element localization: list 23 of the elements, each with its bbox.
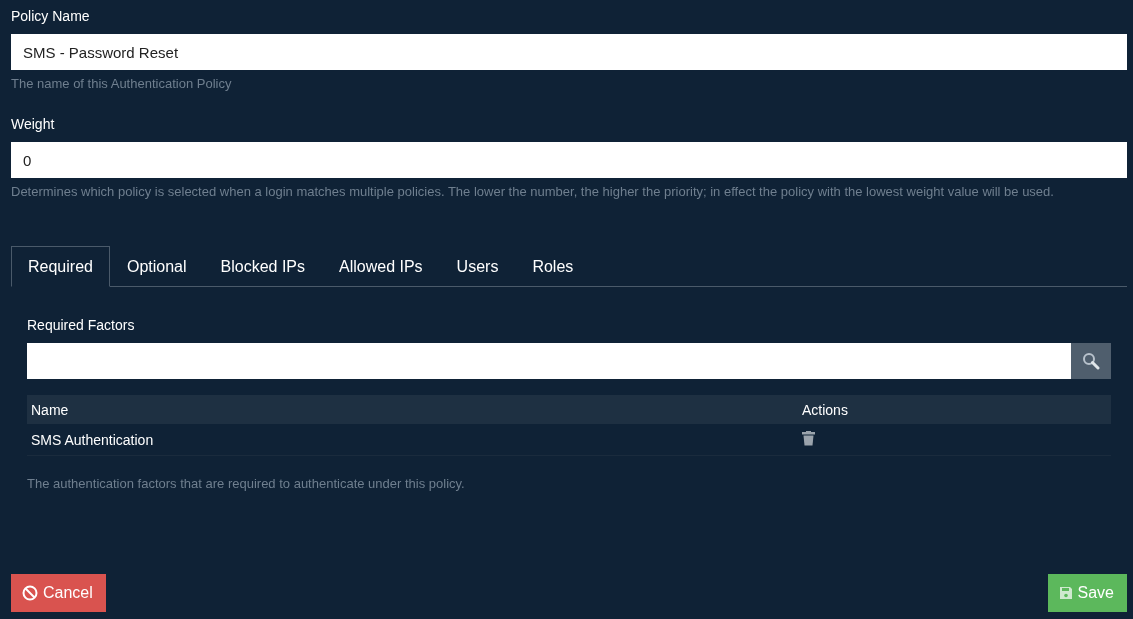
help-text: The authentication factors that are required to authenticate under this policy.: [27, 476, 466, 491]
field-label: Weight: [11, 116, 56, 134]
tab[interactable]: Optional: [109, 246, 204, 287]
field-label: Policy Name: [11, 8, 91, 26]
tab[interactable]: Required: [11, 246, 110, 287]
tab[interactable]: Users: [439, 246, 516, 287]
tab[interactable]: Blocked IPs: [203, 246, 322, 287]
prohibited-icon: [22, 585, 38, 601]
field-label: Required Factors: [27, 317, 136, 335]
column-header: Actions: [802, 401, 848, 418]
cancel-button[interactable]: Cancel: [11, 574, 106, 612]
input-field[interactable]: SMS - Password Reset: [11, 34, 1127, 70]
search-icon: [1082, 352, 1100, 370]
search-field[interactable]: [27, 343, 1071, 379]
search-button[interactable]: [1071, 343, 1111, 379]
help-text: The name of this Authentication Policy: [11, 75, 233, 93]
help-text: Determines which policy is selected when a login matches multiple policies. The lower the number, the higher the priority; in effect the policy with the lowest weight value will be used.: [11, 183, 1055, 201]
tab[interactable]: Roles: [515, 246, 591, 287]
table-cell: SMS Authentication: [31, 431, 154, 448]
trash-icon[interactable]: [802, 430, 815, 446]
input-field[interactable]: 0: [11, 142, 1127, 178]
tab[interactable]: Allowed IPs: [322, 246, 440, 287]
column-header: Name: [31, 401, 69, 418]
